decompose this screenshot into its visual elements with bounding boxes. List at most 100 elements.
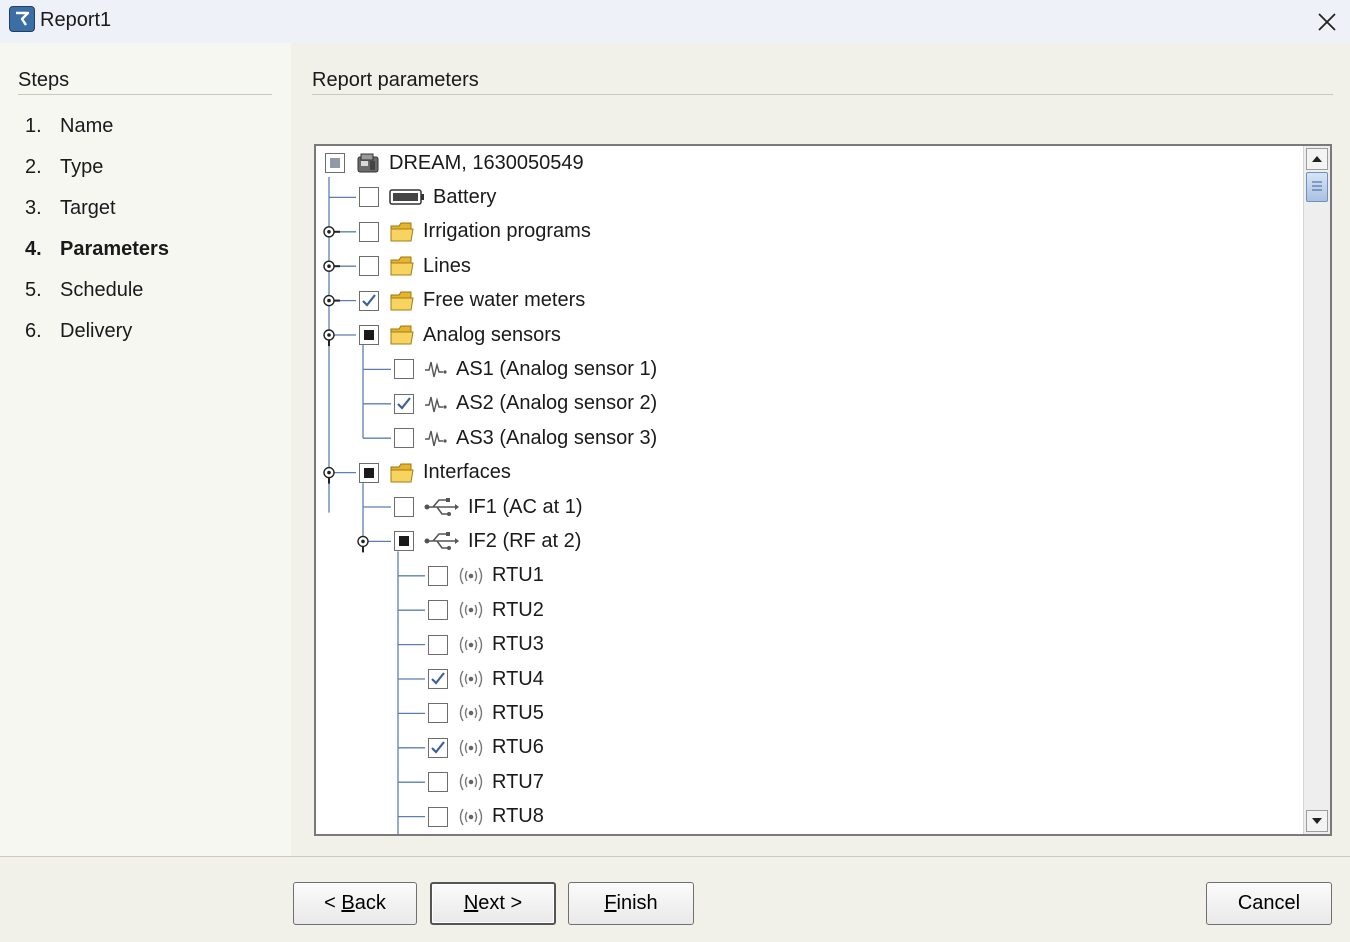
tree-node-label: DREAM, 1630050549 xyxy=(389,151,584,174)
tree-node-label: RTU1 xyxy=(492,564,544,587)
checkbox[interactable] xyxy=(428,600,448,621)
checkbox[interactable] xyxy=(325,153,345,173)
arrow-down-icon xyxy=(1312,818,1322,824)
tree-node-label: IF1 (AC at 1) xyxy=(468,495,583,518)
cancel-button[interactable]: Cancel xyxy=(1206,882,1332,925)
checkbox[interactable] xyxy=(394,531,414,552)
finish-button[interactable]: Finish xyxy=(568,882,694,925)
back-button[interactable]: < Back xyxy=(293,882,417,925)
tree-node-battery[interactable]: Battery xyxy=(359,182,496,212)
next-button[interactable]: Next > xyxy=(430,882,556,925)
button-bar: < Back Next > Finish Cancel xyxy=(0,857,1350,942)
back-label: ack xyxy=(354,892,386,914)
scrollbar-thumb[interactable] xyxy=(1306,172,1328,202)
scroll-down-button[interactable] xyxy=(1306,810,1328,832)
collapsed-handle-icon[interactable] xyxy=(323,260,340,272)
step-number: 4. xyxy=(25,238,42,260)
tree-node-interfaces[interactable]: Interfaces xyxy=(359,458,511,488)
tree-node-label: Battery xyxy=(433,185,497,208)
checkbox[interactable] xyxy=(394,497,414,517)
tree-node-label: RTU2 xyxy=(492,598,544,621)
vertical-scrollbar[interactable] xyxy=(1303,146,1330,834)
tree-node-label: Lines xyxy=(423,254,471,277)
tree-node-rtu1[interactable]: RTU1 xyxy=(428,561,544,591)
tree-node-rtu3[interactable]: RTU3 xyxy=(428,630,544,660)
tree-node-dream-1630050549[interactable]: DREAM, 1630050549 xyxy=(325,148,584,178)
step-label: Type xyxy=(60,156,104,178)
steps-heading: Steps xyxy=(18,69,70,91)
tree-node-label: RTU6 xyxy=(492,736,544,759)
tree-node-rtu4[interactable]: RTU4 xyxy=(428,664,544,694)
step-label: Delivery xyxy=(60,320,133,342)
scroll-up-button[interactable] xyxy=(1306,148,1328,170)
collapsed-handle-icon[interactable] xyxy=(323,294,340,307)
tree-node-label: AS3 (Analog sensor 3) xyxy=(456,426,658,449)
usb-icon xyxy=(424,530,460,552)
tree-node-rtu7[interactable]: RTU7 xyxy=(428,767,544,797)
close-button[interactable] xyxy=(1304,0,1350,43)
radio-icon xyxy=(458,566,484,586)
step-number: 3. xyxy=(25,197,42,219)
step-item-delivery: 6. Delivery xyxy=(25,320,132,343)
checkbox[interactable] xyxy=(428,806,448,827)
divider xyxy=(312,94,1333,95)
tree-node-if1-ac-at-1[interactable]: IF1 (AC at 1) xyxy=(394,492,582,522)
checkbox[interactable] xyxy=(428,737,448,758)
step-number: 6. xyxy=(25,320,42,342)
step-item-target: 3. Target xyxy=(25,197,116,220)
expanded-handle-icon[interactable] xyxy=(323,466,335,484)
checkbox[interactable] xyxy=(428,703,448,724)
tree-node-label: Interfaces xyxy=(423,461,511,484)
step-number: 1. xyxy=(25,115,42,137)
divider xyxy=(18,94,272,95)
next-label: ext > xyxy=(478,892,523,914)
checkbox[interactable] xyxy=(428,634,448,655)
tree-node-label: RTU8 xyxy=(492,805,544,828)
checkbox[interactable] xyxy=(394,359,414,380)
grip-icon xyxy=(1312,181,1322,191)
checkbox[interactable] xyxy=(428,772,448,793)
tree-node-analog-sensors[interactable]: Analog sensors xyxy=(359,320,561,350)
checkbox[interactable] xyxy=(428,669,448,689)
tree-node-label: AS2 (Analog sensor 2) xyxy=(456,392,658,415)
checkbox[interactable] xyxy=(359,290,379,311)
checkbox[interactable] xyxy=(359,325,379,345)
tree-node-label: RTU4 xyxy=(492,667,544,690)
pulse-icon xyxy=(424,393,448,415)
window-title: Report1 xyxy=(40,9,112,31)
parameter-tree[interactable]: DREAM, 1630050549 Battery Irrigation progr… xyxy=(314,144,1332,836)
arrow-up-icon xyxy=(1312,156,1322,162)
finish-label: inish xyxy=(616,892,658,914)
expanded-handle-icon[interactable] xyxy=(323,329,335,346)
checkbox[interactable] xyxy=(428,565,448,586)
tree-node-rtu6[interactable]: RTU6 xyxy=(428,733,544,763)
tree-node-as1-analog-sensor-1[interactable]: AS1 (Analog sensor 1) xyxy=(394,354,657,384)
tree-node-lines[interactable]: Lines xyxy=(359,251,471,281)
checkbox[interactable] xyxy=(359,462,379,483)
step-label: Name xyxy=(60,115,114,137)
radio-icon xyxy=(458,703,484,723)
tree-node-as3-analog-sensor-3[interactable]: AS3 (Analog sensor 3) xyxy=(394,423,657,453)
step-label: Schedule xyxy=(60,279,144,301)
checkbox[interactable] xyxy=(359,256,379,277)
step-number: 5. xyxy=(25,279,42,301)
checkbox[interactable] xyxy=(394,428,414,449)
radio-icon xyxy=(458,669,484,689)
tree-node-as2-analog-sensor-2[interactable]: AS2 (Analog sensor 2) xyxy=(394,389,657,419)
tree-node-free-water-meters[interactable]: Free water meters xyxy=(359,286,585,316)
checkbox[interactable] xyxy=(359,187,379,208)
checkbox[interactable] xyxy=(394,393,414,414)
checkbox[interactable] xyxy=(359,221,379,242)
pulse-icon xyxy=(424,358,448,380)
step-item-parameters: 4. Parameters xyxy=(25,238,169,261)
tree-node-label: Free water meters xyxy=(423,289,586,312)
tree-node-rtu5[interactable]: RTU5 xyxy=(428,698,544,728)
main-content: Report parameters DREAM, 1630050549 Batte… xyxy=(291,43,1350,856)
tree-node-irrigation-programs[interactable]: Irrigation programs xyxy=(359,217,591,247)
collapsed-handle-icon[interactable] xyxy=(323,226,340,238)
folder-icon xyxy=(389,289,415,313)
tree-node-rtu8[interactable]: RTU8 xyxy=(428,802,544,832)
tree-node-rtu2[interactable]: RTU2 xyxy=(428,595,544,625)
expanded-handle-icon[interactable] xyxy=(357,535,369,553)
tree-node-if2-rf-at-2[interactable]: IF2 (RF at 2) xyxy=(394,526,581,556)
